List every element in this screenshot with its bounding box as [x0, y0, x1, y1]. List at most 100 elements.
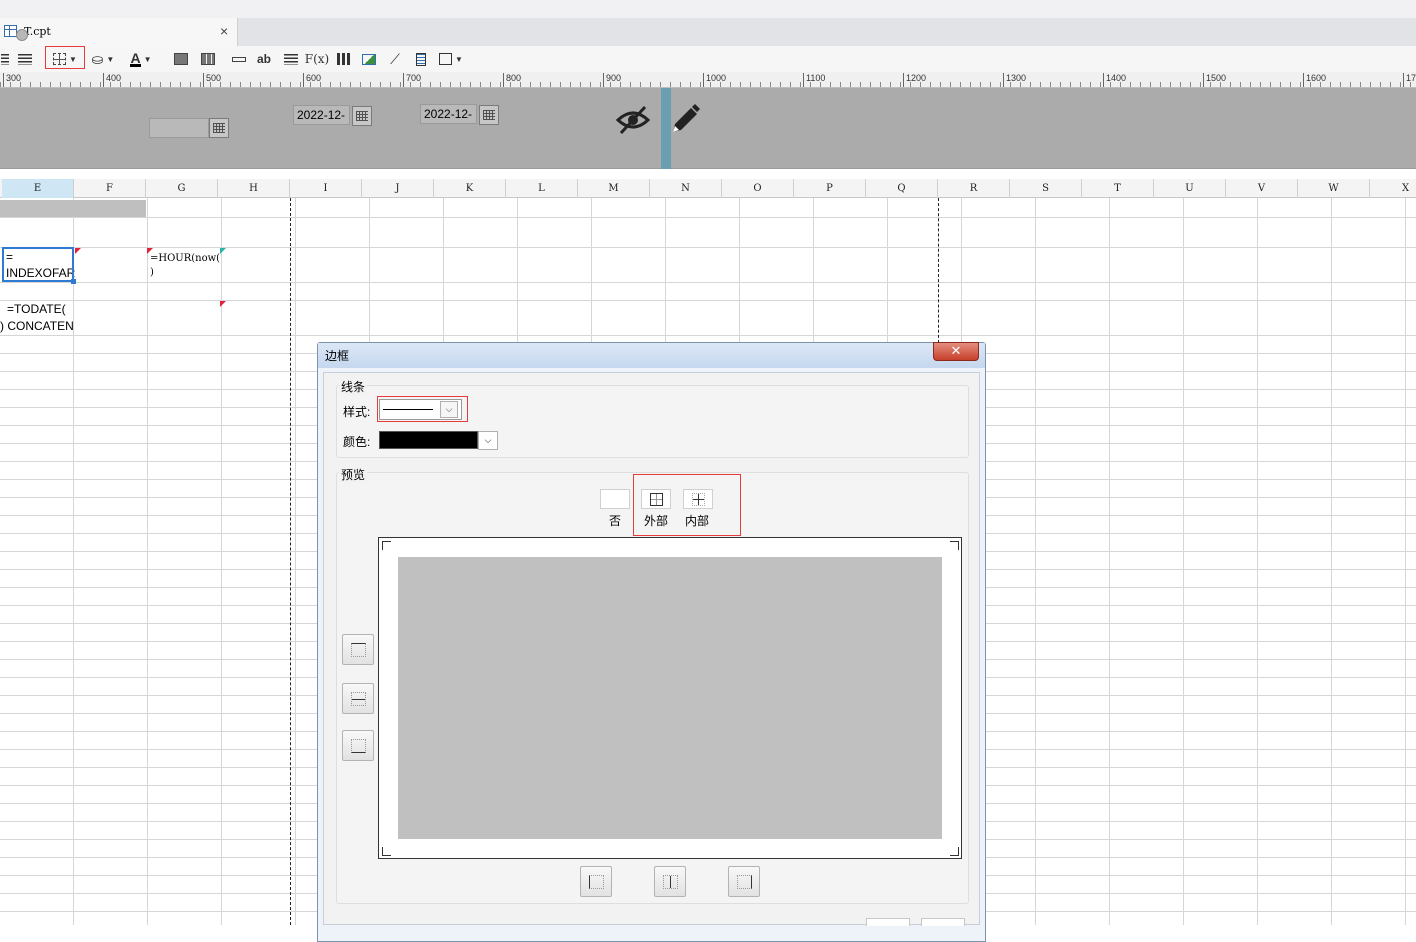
gray-band-row: [0, 200, 146, 217]
column-header-l[interactable]: L: [506, 179, 578, 198]
ruler-label: 170: [1403, 73, 1416, 87]
page-break-line-left: [290, 198, 291, 925]
tab-close-icon[interactable]: ×: [220, 23, 228, 39]
border-tool-highlight: [45, 46, 85, 69]
bottom-border-icon: [351, 739, 366, 753]
column-header-t[interactable]: T: [1082, 179, 1154, 198]
column-header-r[interactable]: R: [938, 179, 1010, 198]
row-line: [0, 217, 1416, 218]
tab-t-cpt[interactable]: T.cpt ×: [0, 18, 238, 46]
right-border-button[interactable]: [728, 866, 760, 897]
column-header-u[interactable]: U: [1154, 179, 1226, 198]
formula-button[interactable]: F(x): [305, 50, 329, 68]
column-header-k[interactable]: K: [434, 179, 506, 198]
text-parameter-field[interactable]: [149, 118, 209, 138]
align-right-button[interactable]: [17, 50, 33, 68]
format-toolbar: ▼ ⛀ ▼ A ▼ ab F(x) ⟋ ▼: [0, 46, 1416, 72]
dialog-title-bar[interactable]: [318, 343, 985, 368]
column-header-x[interactable]: X: [1370, 179, 1416, 198]
horizontal-ruler: 300 400 500 600 700 800 900 1000 1100 1200 1300 140…: [0, 72, 1416, 88]
cell-flag-f: [75, 248, 81, 254]
ruler-label: 500: [203, 73, 221, 87]
font-color-icon: A: [130, 49, 141, 67]
merge-cells-icon: [174, 53, 188, 65]
cell-e-todate-line1[interactable]: =TODATE(: [7, 301, 75, 317]
ruler-label: 400: [103, 73, 121, 87]
diagonal-line-icon: ⟋: [390, 50, 400, 67]
chart-button[interactable]: [334, 50, 352, 68]
calendar-button-1[interactable]: [209, 118, 229, 138]
fill-handle[interactable]: [71, 279, 76, 284]
vertical-inner-border-button[interactable]: [654, 866, 686, 897]
column-header-q[interactable]: Q: [866, 179, 938, 198]
hide-eye-icon[interactable]: [615, 102, 651, 138]
column-header-w[interactable]: W: [1298, 179, 1370, 198]
rich-text-button[interactable]: ab: [255, 50, 273, 68]
ruler-label: 800: [503, 73, 521, 87]
ruler-label: 900: [603, 73, 621, 87]
merge-cells-button[interactable]: [172, 50, 190, 68]
selected-cell-e[interactable]: [2, 247, 74, 282]
chevron-down-icon: ▼: [455, 54, 463, 64]
calendar-button-3[interactable]: [479, 105, 499, 125]
row-line: [0, 282, 1416, 283]
tab-label: T.cpt: [24, 25, 51, 38]
color-dropdown-chevron-icon[interactable]: ⌵: [478, 431, 498, 450]
slash-button[interactable]: ⟋: [386, 50, 404, 68]
font-color-button[interactable]: A ▼: [126, 50, 156, 68]
radio-button[interactable]: [16, 29, 28, 41]
right-border-icon: [737, 875, 752, 889]
edit-pencil-icon[interactable]: [669, 102, 701, 136]
split-cells-button[interactable]: [199, 50, 217, 68]
row-line: [0, 335, 1416, 336]
column-header-e[interactable]: E: [2, 179, 74, 198]
sub-report-button[interactable]: [412, 50, 430, 68]
start-date-field[interactable]: 2022-12-: [293, 105, 350, 125]
ruler-label: 1000: [703, 73, 726, 87]
chevron-down-icon: ▼: [106, 54, 115, 64]
horizontal-inner-border-button[interactable]: [342, 683, 374, 714]
more-widgets-button[interactable]: ▼: [437, 50, 465, 68]
multiline-text-button[interactable]: [282, 50, 300, 68]
column-header-j[interactable]: J: [362, 179, 434, 198]
bar-chart-icon: [336, 53, 350, 65]
preset-highlight-box: [633, 474, 741, 536]
dialog-close-button[interactable]: ✕: [933, 342, 979, 361]
cell-g-formula-line2[interactable]: ): [150, 265, 220, 281]
column-header-n[interactable]: N: [650, 179, 722, 198]
preset-none-button[interactable]: [600, 489, 630, 509]
align-right-icon: [18, 53, 32, 65]
ruler-label: 1400: [1103, 73, 1126, 87]
multiline-text-icon: [284, 53, 298, 65]
bottom-border-button[interactable]: [342, 730, 374, 761]
cell-flag-h2: [220, 301, 226, 307]
image-button[interactable]: [360, 50, 378, 68]
end-date-field[interactable]: 2022-12-: [420, 104, 477, 124]
left-border-button[interactable]: [580, 866, 612, 897]
fill-color-button[interactable]: ⛀ ▼: [88, 50, 118, 68]
column-header-v[interactable]: V: [1226, 179, 1298, 198]
style-highlight-box: [377, 396, 468, 422]
column-header-i[interactable]: I: [290, 179, 362, 198]
align-center-button[interactable]: [0, 50, 10, 68]
ruler-label: 1500: [1203, 73, 1226, 87]
border-preview-area[interactable]: [398, 557, 942, 839]
color-swatch[interactable]: [379, 431, 478, 449]
cell-e-todate-line2[interactable]: ) CONCATEN: [0, 318, 75, 334]
left-border-icon: [589, 875, 604, 889]
column-header-s[interactable]: S: [1010, 179, 1082, 198]
ruler-label: 1600: [1303, 73, 1326, 87]
column-header-o[interactable]: O: [722, 179, 794, 198]
column-header-h[interactable]: H: [218, 179, 290, 198]
text-cell-button[interactable]: [230, 50, 248, 68]
window-top-strip: [0, 0, 1416, 18]
ruler-label: 600: [303, 73, 321, 87]
column-header-p[interactable]: P: [794, 179, 866, 198]
calendar-button-2[interactable]: [352, 106, 372, 126]
preview-corner-br: [950, 847, 959, 856]
image-icon: [362, 53, 376, 65]
column-header-g[interactable]: G: [146, 179, 218, 198]
column-header-m[interactable]: M: [578, 179, 650, 198]
top-border-button[interactable]: [342, 634, 374, 665]
column-header-f[interactable]: F: [74, 179, 146, 198]
